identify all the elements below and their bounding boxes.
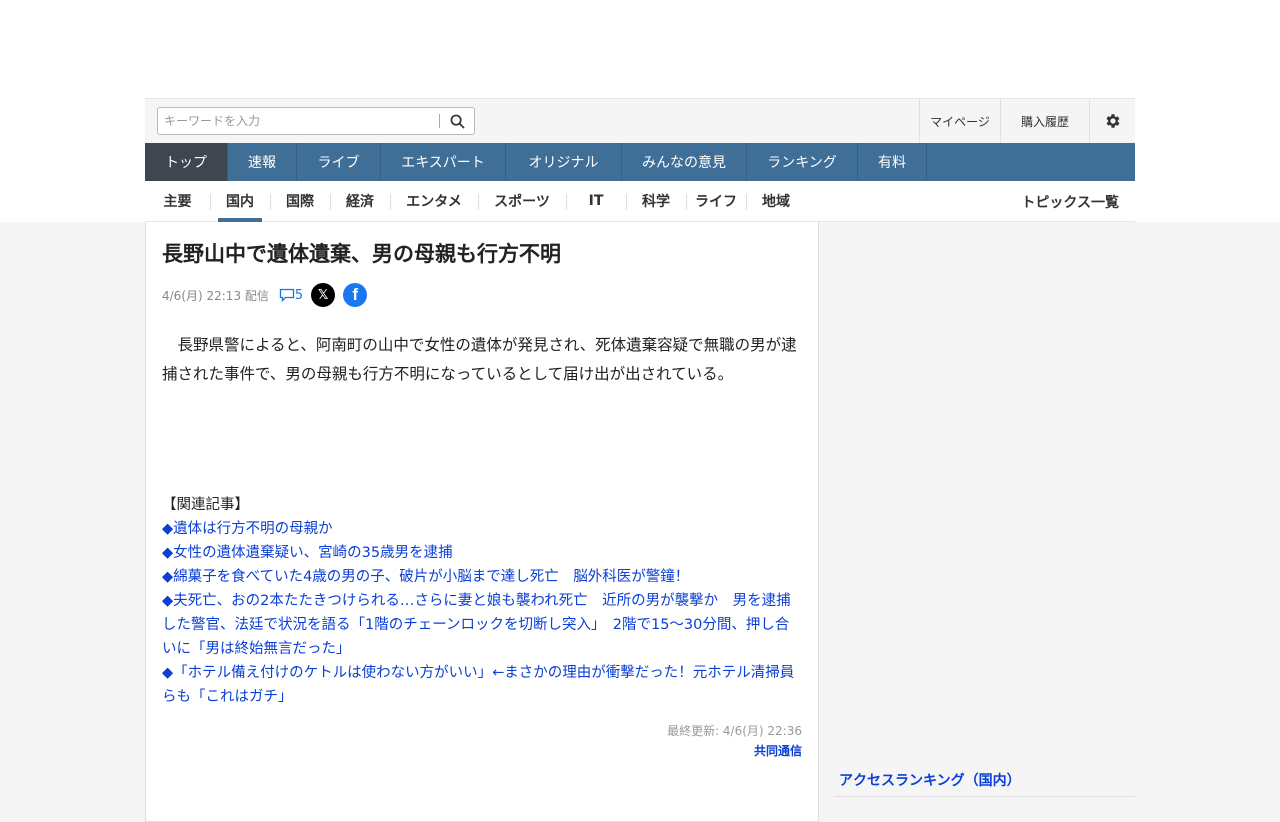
search-icon bbox=[450, 114, 465, 129]
purchase-history-link[interactable]: 購入履歴 bbox=[1000, 99, 1089, 143]
search-button[interactable] bbox=[440, 108, 474, 134]
related-articles: 【関連記事】 ◆遺体は行方不明の母親か ◆女性の遺体遺棄疑い、宮崎の35歳男を逮… bbox=[162, 493, 802, 709]
article-title: 長野山中で遺体遺棄、男の母親も行方不明 bbox=[162, 242, 561, 266]
nav-top[interactable]: トップ bbox=[145, 143, 228, 181]
site-header: マイページ 購入履歴 トップ 速報 ライブ エキスパート オリジナル みんなの意… bbox=[145, 98, 1135, 222]
nav-expert[interactable]: エキスパート bbox=[381, 143, 506, 181]
category-economy[interactable]: 経済 bbox=[330, 181, 390, 222]
category-science[interactable]: 科学 bbox=[626, 181, 686, 222]
mypage-link[interactable]: マイページ bbox=[919, 99, 1000, 143]
topics-list-link[interactable]: トピックス一覧 bbox=[1021, 181, 1119, 222]
related-link[interactable]: ◆夫死亡、おの2本たたきつけられる…さらに妻と娘も襲われ死亡 近所の男が襲撃か … bbox=[162, 589, 802, 661]
related-link[interactable]: ◆女性の遺体遺棄疑い、宮崎の35歳男を逮捕 bbox=[162, 541, 802, 565]
search-box bbox=[157, 107, 475, 135]
nav-opinions[interactable]: みんなの意見 bbox=[622, 143, 747, 181]
category-entertainment[interactable]: エンタメ bbox=[390, 181, 478, 222]
nav-live[interactable]: ライブ bbox=[297, 143, 381, 181]
comments-link[interactable]: 5 bbox=[279, 288, 303, 303]
x-share-icon[interactable]: 𝕏 bbox=[311, 283, 336, 307]
comment-count: 5 bbox=[294, 287, 304, 303]
article-meta: 4/6(月) 22:13 配信 5 𝕏 f bbox=[162, 283, 802, 307]
sidebar: アクセスランキング（国内） bbox=[835, 766, 1135, 797]
comment-icon bbox=[279, 288, 295, 302]
global-nav: トップ 速報 ライブ エキスパート オリジナル みんなの意見 ランキング 有料 bbox=[145, 143, 1135, 181]
settings-button[interactable] bbox=[1089, 99, 1135, 143]
category-domestic[interactable]: 国内 bbox=[210, 181, 270, 222]
category-sports[interactable]: スポーツ bbox=[478, 181, 566, 222]
category-international[interactable]: 国際 bbox=[270, 181, 330, 222]
category-local[interactable]: 地域 bbox=[746, 181, 806, 222]
nav-original[interactable]: オリジナル bbox=[506, 143, 622, 181]
source-link[interactable]: 共同通信 bbox=[162, 741, 802, 761]
gear-icon bbox=[1106, 114, 1119, 128]
ranking-title[interactable]: アクセスランキング（国内） bbox=[835, 766, 1135, 797]
related-link[interactable]: ◆綿菓子を食べていた4歳の男の子、破片が小脳まで達し死亡 脳外科医が警鐘！ bbox=[162, 565, 802, 589]
article-footer: 最終更新: 4/6(月) 22:36 共同通信 bbox=[162, 721, 802, 761]
last-updated: 最終更新: 4/6(月) 22:36 bbox=[667, 724, 802, 738]
search-input[interactable] bbox=[158, 108, 439, 134]
category-life[interactable]: ライフ bbox=[686, 181, 746, 222]
article-body: 長野県警によると、阿南町の山中で女性の遺体が発見され、死体遺棄容疑で無職の男が逮… bbox=[162, 336, 797, 383]
related-link[interactable]: ◆「ホテル備え付けのケトルは使わない方がいい」←まさかの理由が衝撃だった！元ホテ… bbox=[162, 661, 802, 709]
category-main[interactable]: 主要 bbox=[145, 181, 210, 222]
nav-breaking[interactable]: 速報 bbox=[228, 143, 297, 181]
publish-date: 4/6(月) 22:13 配信 bbox=[162, 288, 269, 303]
category-nav: 主要 国内 国際 経済 エンタメ スポーツ IT 科学 ライフ 地域 トピックス… bbox=[145, 181, 1135, 222]
category-it[interactable]: IT bbox=[566, 181, 626, 222]
nav-ranking[interactable]: ランキング bbox=[747, 143, 858, 181]
related-heading: 【関連記事】 bbox=[162, 497, 249, 513]
header-bar: マイページ 購入履歴 bbox=[145, 98, 1135, 143]
article: 長野山中で遺体遺棄、男の母親も行方不明 4/6(月) 22:13 配信 5 𝕏 … bbox=[145, 222, 819, 822]
related-link[interactable]: ◆遺体は行方不明の母親か bbox=[162, 517, 802, 541]
nav-paid[interactable]: 有料 bbox=[858, 143, 927, 181]
facebook-share-icon[interactable]: f bbox=[343, 283, 368, 307]
